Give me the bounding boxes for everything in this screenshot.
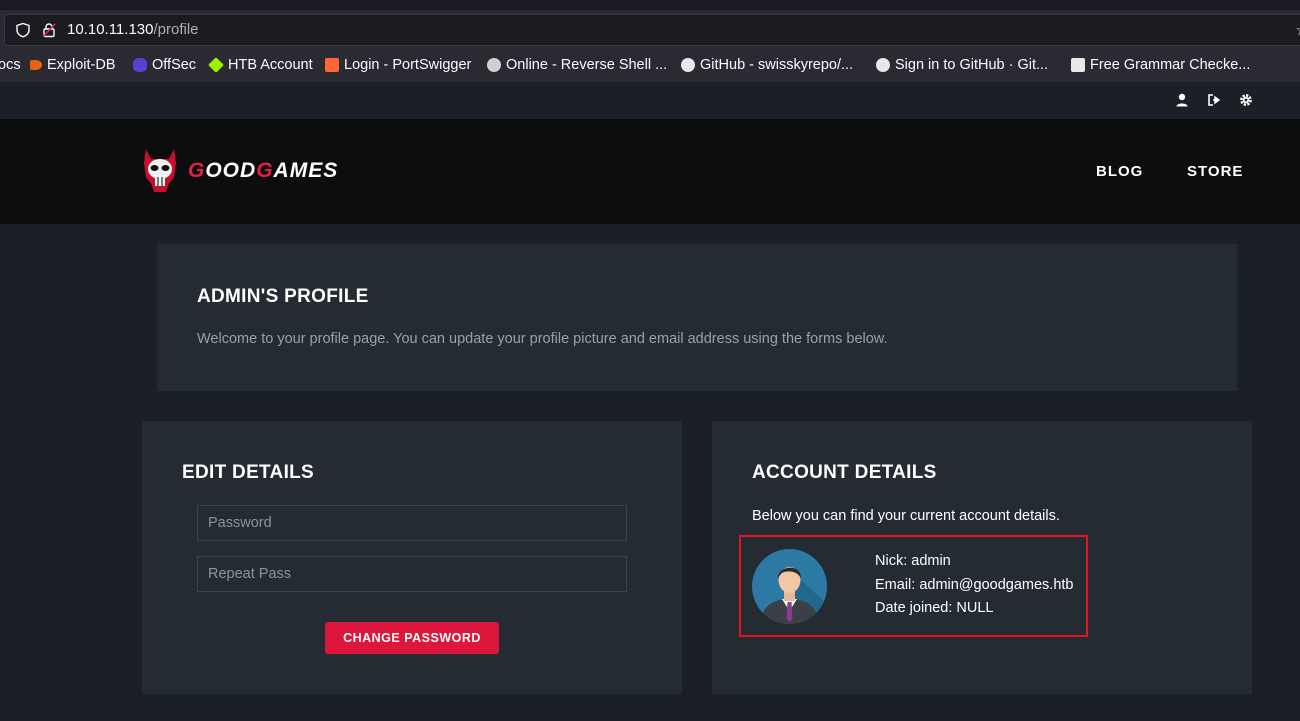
user-icon[interactable] <box>1174 92 1190 108</box>
demon-logo-icon <box>144 149 176 192</box>
skull-icon <box>487 58 501 72</box>
page-title: ADMIN'S PROFILE <box>197 286 369 307</box>
bookmark-github-signin[interactable]: Sign in to GitHub · Git... <box>876 57 1048 73</box>
nav-blog[interactable]: BLOG <box>1096 163 1143 180</box>
profile-subtitle: Welcome to your profile page. You can up… <box>197 331 888 347</box>
exploitdb-icon <box>30 60 42 70</box>
bookmark-exploitdb[interactable]: Exploit-DB <box>30 57 116 73</box>
shield-icon[interactable] <box>15 22 31 38</box>
grammar-icon <box>1071 58 1085 72</box>
github-icon <box>876 58 890 72</box>
browser-chrome: 10.10.11.130/profile ☆ ocs Exploit-DB Of… <box>0 0 1300 82</box>
portswigger-icon <box>325 58 339 72</box>
htb-icon <box>208 57 224 73</box>
insecure-lock-icon[interactable] <box>41 22 57 38</box>
logo-wordmark: GOODGAMES <box>188 159 339 182</box>
address-bar[interactable]: 10.10.11.130/profile ☆ <box>4 14 1300 46</box>
change-password-button[interactable]: CHANGE PASSWORD <box>325 622 499 654</box>
logout-icon[interactable] <box>1206 92 1222 108</box>
nav-store[interactable]: STORE <box>1187 163 1243 180</box>
bookmark-star-icon[interactable]: ☆ <box>1295 20 1300 40</box>
offsec-icon <box>133 58 147 72</box>
edit-details-panel: EDIT DETAILS CHANGE PASSWORD <box>142 421 682 694</box>
repeat-password-field[interactable] <box>197 556 627 592</box>
url-path: /profile <box>153 21 199 38</box>
url-host: 10.10.11.130 <box>67 21 154 38</box>
bookmarks-bar: ocs Exploit-DB OffSec HTB Account Login … <box>0 52 1300 80</box>
bookmark-grammar[interactable]: Free Grammar Checke... <box>1071 57 1250 73</box>
bookmark-offsec[interactable]: OffSec <box>133 57 196 73</box>
site-logo[interactable]: GOODGAMES <box>140 147 340 197</box>
site-header: GOODGAMES BLOG STORE <box>0 119 1300 224</box>
account-details-title: ACCOUNT DETAILS <box>752 462 937 483</box>
highlight-box <box>739 535 1088 637</box>
bookmark-docs[interactable]: ocs <box>0 57 21 73</box>
edit-details-title: EDIT DETAILS <box>182 462 315 483</box>
bookmark-github-swissky[interactable]: GitHub - swisskyrepo/... <box>681 57 853 73</box>
site-topbar <box>0 82 1300 119</box>
password-field[interactable] <box>197 505 627 541</box>
github-icon <box>681 58 695 72</box>
profile-panel: ADMIN'S PROFILE Welcome to your profile … <box>157 244 1237 391</box>
bookmark-portswigger[interactable]: Login - PortSwigger <box>325 57 471 73</box>
bookmark-htb[interactable]: HTB Account <box>208 57 313 73</box>
settings-icon[interactable] <box>1238 92 1254 108</box>
url-text[interactable]: 10.10.11.130/profile <box>67 21 199 38</box>
bookmark-revshell[interactable]: Online - Reverse Shell ... <box>487 57 667 73</box>
account-intro: Below you can find your current account … <box>752 508 1060 524</box>
tab-strip <box>0 0 1300 10</box>
